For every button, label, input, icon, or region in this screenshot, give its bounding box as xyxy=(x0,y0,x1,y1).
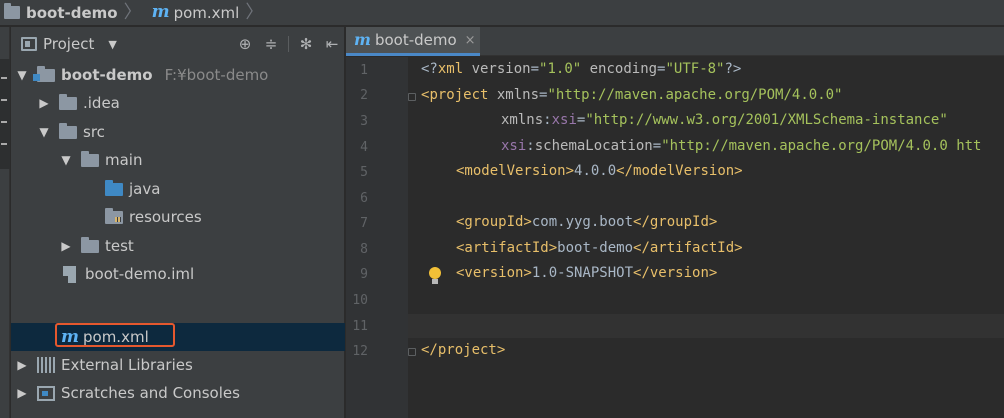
tree-item-label: boot-demo xyxy=(61,66,153,84)
folder-icon xyxy=(81,236,99,253)
tree-item-label: resources xyxy=(129,208,202,226)
chevron-right-icon[interactable]: ▶ xyxy=(15,386,29,400)
chevron-down-icon[interactable]: ▼ xyxy=(37,125,51,139)
locate-icon[interactable]: ⊕ xyxy=(236,35,254,53)
folder-icon xyxy=(81,150,99,167)
tree-item-label: src xyxy=(83,123,105,141)
tab-label: boot-demo xyxy=(374,31,457,49)
tree-item-resources[interactable]: resources xyxy=(11,203,345,231)
current-line-highlight xyxy=(346,314,1004,338)
chevron-right-icon[interactable]: ▶ xyxy=(15,358,29,372)
line-number-gutter: 1 2 3 4 5 6 7 8 9 10 11 12 xyxy=(346,57,408,418)
tree-item-boot-demo[interactable]: ▼ boot-demo F:¥boot-demo xyxy=(11,61,345,89)
breadcrumb-label: pom.xml xyxy=(173,3,240,22)
tree-item-label: java xyxy=(129,180,161,198)
tree-item-external-libraries[interactable]: ▶ External Libraries xyxy=(11,351,345,379)
line-number: 12 xyxy=(352,344,368,359)
breadcrumb-project[interactable]: boot-demo xyxy=(0,0,124,26)
stripe-glyph-icon xyxy=(1,77,7,79)
project-view-icon xyxy=(21,37,37,51)
breadcrumb-separator-icon: 〉 xyxy=(123,1,142,23)
maven-m-icon: m xyxy=(151,2,170,22)
code-line-12[interactable]: </project> xyxy=(421,342,505,358)
code-line-4[interactable]: xsi:schemaLocation="http://maven.apache.… xyxy=(501,138,981,154)
line-number: 3 xyxy=(360,114,368,129)
project-panel-header: Project ▼ ⊕ ≑ ✻ ⇤ xyxy=(11,27,344,61)
close-icon[interactable]: × xyxy=(465,33,476,48)
folder-icon xyxy=(4,3,20,19)
tree-item-src[interactable]: ▼ src xyxy=(11,118,345,146)
stripe-glyph-icon xyxy=(1,143,7,145)
chevron-right-icon[interactable]: ▶ xyxy=(59,239,73,253)
resources-folder-icon xyxy=(105,207,123,224)
code-line-8[interactable]: <artifactId>boot-demo</artifactId> xyxy=(456,240,743,256)
tree-item-test[interactable]: ▶ test xyxy=(11,232,345,260)
code-line-1[interactable]: <?xml version="1.0" encoding="UTF-8"?> xyxy=(421,61,741,77)
maven-m-icon: m xyxy=(354,30,371,49)
line-number: 4 xyxy=(360,140,368,155)
breadcrumb-label: boot-demo xyxy=(26,3,118,22)
lightbulb-icon[interactable] xyxy=(428,267,442,285)
module-path: F:¥boot-demo xyxy=(164,66,269,84)
project-tool-window: Project ▼ ⊕ ≑ ✻ ⇤ ▼ boot-demo F:¥boot-de… xyxy=(11,27,345,418)
libraries-icon xyxy=(37,357,55,373)
code-line-3[interactable]: xmlns:xsi="http://www.w3.org/2001/XMLSch… xyxy=(501,112,948,128)
toolbar-divider xyxy=(288,36,289,52)
iml-file-icon xyxy=(63,265,76,283)
navigation-bar: boot-demo 〉 m pom.xml 〉 xyxy=(0,0,1004,26)
line-number: 5 xyxy=(360,165,368,180)
gear-icon[interactable]: ✻ xyxy=(297,35,315,53)
collapse-all-icon[interactable]: ≑ xyxy=(262,35,280,53)
editor-tab-bar: m boot-demo × xyxy=(346,27,1004,56)
stripe-glyph-icon xyxy=(1,99,7,101)
panel-toolbar: ⊕ ≑ ✻ ⇤ xyxy=(236,27,341,61)
code-line-2[interactable]: <project xmlns="http://maven.apache.org/… xyxy=(421,87,842,103)
breadcrumb-separator-icon: 〉 xyxy=(245,1,264,23)
scratches-icon xyxy=(37,385,55,401)
tree-item-java[interactable]: java xyxy=(11,175,345,203)
tree-item-label: .idea xyxy=(83,94,120,112)
stripe-glyph-icon xyxy=(1,121,7,123)
line-number: 7 xyxy=(360,216,368,231)
chevron-down-icon[interactable]: ▼ xyxy=(15,68,29,82)
tree-item-label: boot-demo.iml xyxy=(85,265,195,283)
code-editor: m boot-demo × 1 2 3 4 5 6 7 8 9 10 11 12… xyxy=(346,27,1004,418)
tree-item-scratches[interactable]: ▶ Scratches and Consoles xyxy=(11,379,345,407)
tree-item-label: main xyxy=(105,151,143,169)
selection-highlight-box xyxy=(55,323,175,347)
tree-item-label: test xyxy=(105,237,134,255)
tool-window-stripe xyxy=(0,27,10,418)
folder-icon xyxy=(59,93,77,110)
hide-icon[interactable]: ⇤ xyxy=(323,35,341,53)
code-line-9[interactable]: <version>1.0-SNAPSHOT</version> xyxy=(456,265,717,281)
code-line-7[interactable]: <groupId>com.yyg.boot</groupId> xyxy=(456,214,717,230)
fold-marker-icon[interactable] xyxy=(408,93,416,101)
chevron-down-icon[interactable]: ▼ xyxy=(59,153,73,167)
chevron-right-icon[interactable]: ▶ xyxy=(37,96,51,110)
line-number: 9 xyxy=(360,267,368,282)
breadcrumb-file[interactable]: m pom.xml xyxy=(148,0,246,26)
line-number: 11 xyxy=(352,319,368,334)
project-view-selector[interactable]: Project xyxy=(43,35,94,53)
tree-item-main[interactable]: ▼ main xyxy=(11,146,345,174)
line-number: 8 xyxy=(360,242,368,257)
chevron-down-icon[interactable]: ▼ xyxy=(108,38,116,51)
module-folder-icon xyxy=(33,65,55,82)
code-line-5[interactable]: <modelVersion>4.0.0</modelVersion> xyxy=(456,163,743,179)
tree-item-label: Scratches and Consoles xyxy=(61,384,240,402)
folder-icon xyxy=(59,122,77,139)
line-number: 1 xyxy=(360,63,368,78)
line-number: 2 xyxy=(360,88,368,103)
line-number: 6 xyxy=(360,191,368,206)
tree-item-label: External Libraries xyxy=(61,356,193,374)
tree-item-boot-demo-iml[interactable]: boot-demo.iml xyxy=(11,260,345,288)
line-number: 10 xyxy=(352,293,368,308)
tree-item-idea[interactable]: ▶ .idea xyxy=(11,89,345,117)
fold-marker-icon[interactable] xyxy=(408,348,416,356)
source-folder-icon xyxy=(105,179,123,196)
editor-tab-pom[interactable]: m boot-demo × xyxy=(346,27,480,56)
project-stripe-button[interactable] xyxy=(0,59,10,169)
